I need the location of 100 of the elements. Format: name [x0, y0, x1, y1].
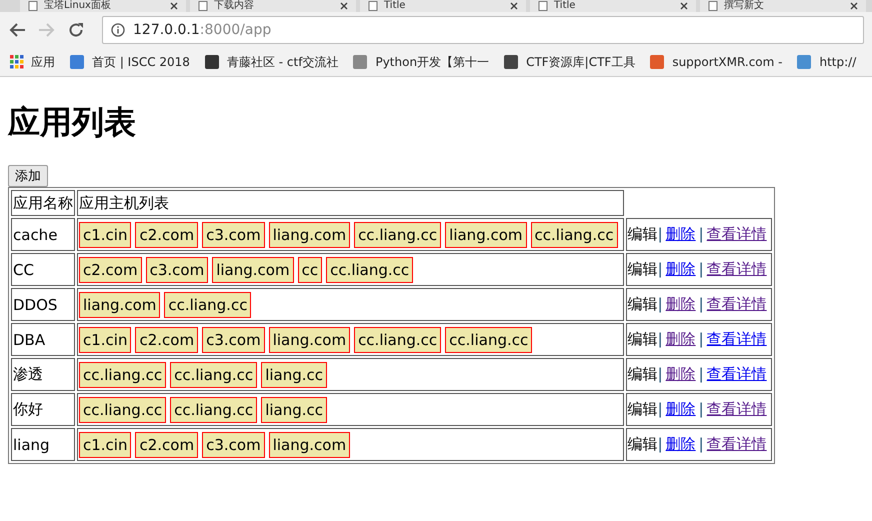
host-tag: c3.com [202, 432, 265, 458]
host-tag: c2.com [135, 326, 198, 352]
page-heading: 应用列表 [8, 102, 137, 143]
table-cell: CC [11, 253, 75, 286]
host-tag: cc.liang.cc [170, 362, 258, 388]
bookmark-item[interactable]: supportXMR.com - [649, 54, 782, 70]
separator-text: | [698, 295, 704, 313]
close-icon[interactable] [340, 2, 348, 10]
bookmark-item[interactable]: http:// [796, 54, 856, 70]
favicon-icon [352, 54, 368, 70]
edit-label: 编辑 [628, 295, 658, 313]
host-tag: c3.com [202, 326, 265, 352]
info-icon [111, 23, 125, 37]
action-link[interactable]: 查看详情 [706, 365, 767, 383]
host-tag: liang.cc [261, 396, 328, 422]
column-header: 应用名称 [11, 190, 75, 216]
separator-text: | [658, 260, 663, 278]
page-icon [198, 1, 208, 11]
edit-label: 编辑 [628, 225, 658, 243]
edit-label: 编辑 [628, 435, 658, 453]
separator-text: | [658, 400, 663, 418]
table-cell: DBA [11, 323, 75, 356]
host-tag: cc.liang.cc [326, 256, 414, 282]
address-bar[interactable]: 127.0.0.1:8000/app [102, 16, 864, 44]
bookmark-item[interactable]: CTF资源库|CTF工具 [503, 54, 636, 70]
host-tag: cc.liang.cc [445, 326, 532, 352]
action-link[interactable]: 查看详情 [706, 400, 767, 418]
host-tag: c1.cin [79, 222, 132, 248]
favicon-icon [796, 54, 812, 70]
host-tag: cc.liang.cc [354, 222, 442, 248]
close-icon[interactable] [680, 2, 688, 10]
table-cell: liang [11, 428, 75, 461]
action-link[interactable]: 查看详情 [706, 295, 767, 313]
separator-text: | [698, 225, 704, 243]
bookmark-item[interactable]: 青藤社区 - ctf交流社 [204, 54, 338, 70]
host-tag: cc [298, 256, 322, 282]
action-link[interactable]: 查看详情 [706, 330, 767, 348]
host-tag: liang.com [268, 432, 350, 458]
separator-text: | [698, 435, 704, 453]
table-cell: DDOS [11, 288, 75, 321]
action-link[interactable]: 删除 [666, 225, 696, 243]
column-header: 应用主机列表 [77, 190, 624, 216]
browser-tab[interactable]: Title [360, 0, 526, 12]
host-tag: cc.liang.cc [164, 292, 252, 318]
table-cell: cache [11, 218, 75, 251]
host-tag: liang.com [212, 256, 294, 282]
page-icon [368, 1, 378, 11]
host-tag: c3.com [202, 222, 265, 248]
page-icon [538, 1, 548, 11]
bookmark-item[interactable]: 首页 | ISCC 2018 [69, 54, 190, 70]
host-tag: cc.liang.cc [79, 362, 166, 388]
table-cell: 渗透 [11, 358, 75, 391]
host-tag: liang.com [268, 222, 350, 248]
separator-text: | [658, 365, 663, 383]
action-link[interactable]: 删除 [666, 400, 696, 418]
page-icon [28, 1, 38, 11]
apps-grid-icon [10, 55, 24, 69]
edit-label: 编辑 [628, 365, 658, 383]
back-icon[interactable] [8, 22, 26, 38]
host-tag: c1.cin [79, 432, 132, 458]
host-tag: c3.com [146, 256, 208, 282]
host-tag: liang.com [445, 222, 527, 248]
host-tag: c2.com [79, 256, 142, 282]
action-link[interactable]: 删除 [666, 435, 696, 453]
bookmark-item[interactable]: Python开发【第十一 [352, 54, 490, 70]
action-link[interactable]: 查看详情 [706, 225, 767, 243]
action-link[interactable]: 删除 [666, 260, 696, 278]
reload-icon[interactable] [68, 22, 84, 38]
host-tag: cc.liang.cc [354, 326, 442, 352]
action-link[interactable]: 查看详情 [706, 260, 767, 278]
separator-text: | [698, 330, 704, 348]
host-tag: liang.com [268, 326, 350, 352]
edit-label: 编辑 [628, 400, 658, 418]
separator-text: | [698, 260, 704, 278]
favicon-icon [204, 54, 220, 70]
host-tag: cc.liang.cc [530, 222, 618, 248]
action-link[interactable]: 删除 [666, 365, 696, 383]
action-link[interactable]: 查看详情 [706, 435, 767, 453]
host-tag: c2.com [135, 222, 198, 248]
favicon-icon [503, 54, 520, 70]
close-icon[interactable] [850, 2, 858, 10]
separator-text: | [698, 365, 704, 383]
favicon-icon [649, 54, 666, 70]
separator-text: | [658, 295, 663, 313]
separator-text: | [698, 400, 704, 418]
favicon-icon [69, 54, 85, 70]
host-tag: cc.liang.cc [170, 396, 258, 422]
browser-tab[interactable]: Title [530, 0, 696, 12]
table-cell: 你好 [11, 393, 75, 426]
action-link[interactable]: 删除 [666, 330, 696, 348]
add-button[interactable]: 添加 [8, 165, 48, 187]
separator-text: | [658, 435, 663, 453]
host-tag: liang.cc [261, 362, 328, 388]
host-tag: liang.com [79, 292, 160, 318]
close-icon[interactable] [170, 2, 178, 10]
bookmark-item[interactable]: 应用 [10, 54, 55, 70]
edit-label: 编辑 [628, 260, 658, 278]
action-link[interactable]: 删除 [666, 295, 696, 313]
edit-label: 编辑 [628, 330, 658, 348]
close-icon[interactable] [510, 2, 518, 10]
